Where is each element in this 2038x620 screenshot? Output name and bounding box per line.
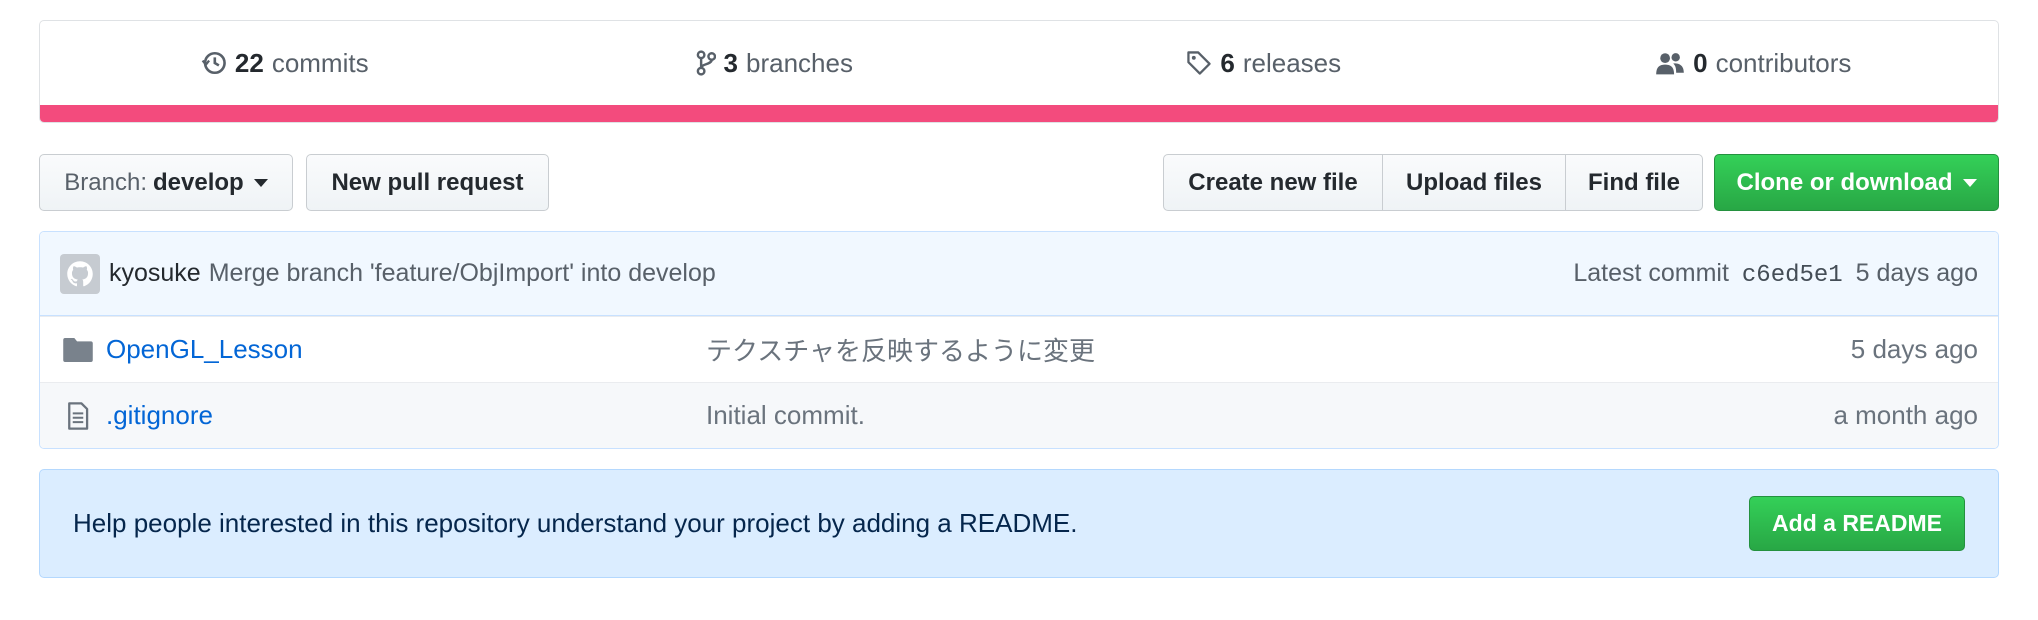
upload-files-button[interactable]: Upload files [1382, 154, 1566, 211]
commits-count: 22 [234, 47, 264, 78]
commit-age: 5 days ago [1855, 258, 1978, 287]
octocat-icon [67, 260, 93, 286]
latest-commit-row: kyosuke Merge branch 'feature/ObjImport'… [40, 232, 1998, 316]
latest-commit-info: Latest commit c6ed5e1 5 days ago [1573, 259, 1978, 289]
chevron-down-icon [1962, 178, 1977, 187]
commit-author-link[interactable]: kyosuke [109, 259, 201, 288]
contributors-link[interactable]: 0 contributors [1509, 21, 1999, 105]
avatar[interactable] [60, 253, 100, 294]
branches-count: 3 [723, 47, 738, 78]
commits-link[interactable]: 22 commits [40, 21, 530, 105]
contributors-label: contributors [1715, 47, 1852, 78]
find-file-button[interactable]: Find file [1565, 154, 1703, 211]
file-age: a month ago [1833, 400, 1978, 430]
readme-prompt-text: Help people interested in this repositor… [73, 508, 1078, 538]
file-age: 5 days ago [1850, 334, 1978, 364]
file-commit-message-link[interactable]: Initial commit. [706, 400, 1833, 431]
language-bar[interactable] [40, 105, 1998, 122]
git-branch-icon [696, 50, 716, 76]
branch-prefix: Branch: [64, 168, 147, 196]
clone-or-download-button[interactable]: Clone or download [1714, 154, 1999, 211]
commit-sha-link[interactable]: c6ed5e1 [1742, 262, 1843, 289]
people-icon [1656, 53, 1684, 75]
add-readme-button[interactable]: Add a README [1749, 496, 1965, 551]
readme-prompt: Help people interested in this repositor… [39, 469, 1999, 578]
file-commit-message-link[interactable]: テクスチャを反映するように変更 [706, 331, 1851, 368]
file-actions-group: Create new file Upload files Find file [1163, 154, 1703, 211]
table-row: OpenGL_Lesson テクスチャを反映するように変更 5 days ago [40, 316, 1998, 382]
branches-link[interactable]: 3 branches [530, 21, 1020, 105]
file-icon [60, 401, 96, 430]
commits-label: commits [271, 47, 369, 78]
file-name-link[interactable]: OpenGL_Lesson [106, 334, 706, 365]
tag-icon [1187, 51, 1212, 75]
contributors-count: 0 [1693, 47, 1708, 78]
chevron-down-icon [253, 178, 268, 187]
releases-count: 6 [1220, 47, 1235, 78]
history-icon [201, 51, 226, 75]
clone-label: Clone or download [1736, 168, 1953, 196]
latest-commit-prefix: Latest commit [1573, 258, 1729, 287]
folder-icon [60, 337, 96, 362]
file-name-link[interactable]: .gitignore [106, 400, 706, 431]
repo-summary: 22 commits 3 branches 6 releases 0 contr… [39, 20, 1999, 123]
branch-name: develop [153, 168, 244, 196]
table-row: .gitignore Initial commit. a month ago [40, 382, 1998, 448]
file-table: kyosuke Merge branch 'feature/ObjImport'… [39, 231, 1999, 449]
new-pull-request-button[interactable]: New pull request [306, 154, 549, 211]
commit-message-link[interactable]: Merge branch 'feature/ObjImport' into de… [209, 259, 1574, 288]
branch-select-button[interactable]: Branch: develop [39, 154, 293, 211]
branches-label: branches [746, 47, 853, 78]
create-new-file-button[interactable]: Create new file [1163, 154, 1383, 211]
releases-label: releases [1242, 47, 1342, 78]
releases-link[interactable]: 6 releases [1019, 21, 1509, 105]
